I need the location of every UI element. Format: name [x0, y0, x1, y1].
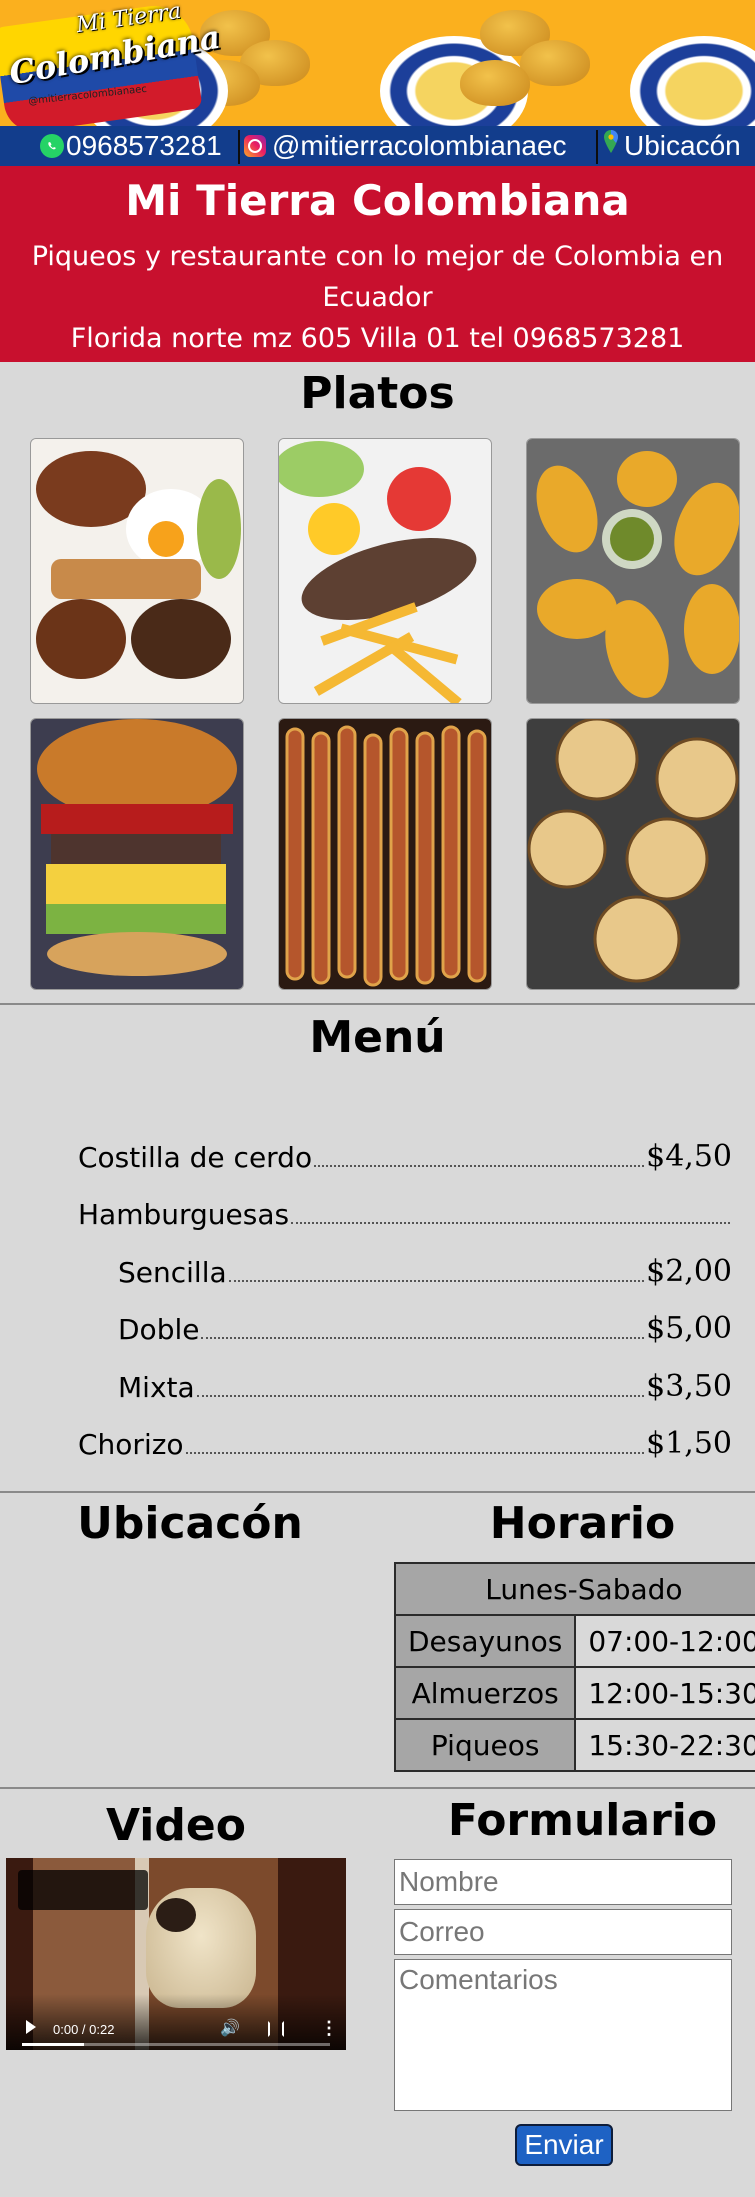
section-divider	[0, 1491, 755, 1493]
form-title: Formulario	[447, 1795, 718, 1846]
volume-icon[interactable]: 🔊	[220, 2018, 240, 2038]
video-time: 0:00 / 0:22	[53, 2022, 115, 2037]
instagram-icon	[244, 135, 266, 157]
video-overlay	[18, 1870, 148, 1910]
menu-subitem: Doble $5,00	[78, 1306, 732, 1346]
separator	[238, 130, 240, 164]
leader-dots	[196, 1395, 645, 1397]
schedule-row: Almuerzos 12:00-15:30	[393, 1666, 755, 1720]
schedule-label: Desayunos	[393, 1614, 577, 1668]
instagram-handle: @mitierracolombianaec	[272, 130, 567, 161]
dish-photo-carne-con-papas[interactable]	[278, 438, 492, 704]
menu-item: Costilla de cerdo $4,50	[78, 1134, 732, 1174]
subtitle-line: Ecuador	[322, 282, 433, 313]
menu-item-price: $1,50	[646, 1426, 732, 1461]
phone-link[interactable]: 0968573281	[40, 126, 222, 166]
submit-button[interactable]: Enviar	[515, 2124, 613, 2166]
schedule-row: Piqueos 15:30-22:30	[393, 1718, 755, 1772]
banner-food-photo	[420, 0, 755, 126]
dish-photo-arepas[interactable]	[526, 718, 740, 990]
whatsapp-icon	[40, 134, 64, 158]
comments-textarea[interactable]	[394, 1959, 732, 2111]
section-divider	[0, 1787, 755, 1789]
dish-photo-empanadas[interactable]	[526, 438, 740, 704]
video-progress-fill	[22, 2043, 84, 2046]
top-banner: Mi Tierra Colombiana @mitierracolombiana…	[0, 0, 755, 126]
dish-photo-hamburguesa[interactable]	[30, 718, 244, 990]
site-title: Mi Tierra Colombiana	[125, 176, 630, 225]
menu-item: Chorizo $1,50	[78, 1421, 732, 1461]
menu-item-name: Costilla de cerdo	[78, 1141, 313, 1174]
menu-item-name: Chorizo	[78, 1428, 184, 1461]
contact-bar: 0968573281 @mitierracolombianaec Ubicacó…	[0, 126, 755, 166]
menu-item-name: Sencilla	[118, 1256, 227, 1289]
schedule-hours: 12:00-15:30	[574, 1666, 755, 1720]
video-title: Video	[106, 1800, 246, 1851]
menu-item-name: Hamburguesas	[78, 1198, 290, 1231]
leader-dots	[201, 1337, 645, 1339]
schedule-label: Almuerzos	[393, 1666, 577, 1720]
section-divider	[0, 1003, 755, 1005]
dish-photo-chorizos[interactable]	[278, 718, 492, 990]
dish-photo-bandeja-paisa[interactable]	[30, 438, 244, 704]
leader-dots	[291, 1222, 730, 1224]
menu-item-price: $3,50	[646, 1369, 732, 1404]
phone-number: 0968573281	[66, 130, 222, 161]
menu-subitem: Sencilla $2,00	[78, 1249, 732, 1289]
leader-dots	[314, 1165, 645, 1167]
platos-title: Platos	[300, 368, 455, 419]
schedule-header: Lunes-Sabado	[394, 1562, 755, 1616]
location-link[interactable]: Ubicacón	[602, 126, 741, 166]
menu-item: Hamburguesas	[78, 1191, 732, 1231]
site-header: Mi Tierra Colombiana Piqueos y restauran…	[0, 166, 755, 362]
leader-dots	[228, 1280, 645, 1282]
subtitle-line: Piqueos y restaurante con lo mejor de Co…	[31, 241, 724, 272]
more-options-icon[interactable]: ⋮	[320, 2018, 338, 2039]
play-icon[interactable]	[26, 2020, 36, 2034]
schedule-hours: 07:00-12:00	[574, 1614, 755, 1668]
schedule-title: Horario	[489, 1498, 676, 1549]
schedule-row: Desayunos 07:00-12:00	[393, 1614, 755, 1668]
name-input[interactable]	[394, 1859, 732, 1905]
video-subject-face	[156, 1898, 196, 1932]
location-label: Ubicacón	[624, 130, 741, 161]
schedule-label: Piqueos	[393, 1718, 577, 1772]
menu-item-name: Doble	[118, 1313, 200, 1346]
menu-item-price: $2,00	[646, 1254, 732, 1289]
leader-dots	[185, 1452, 645, 1454]
video-progress-bar[interactable]	[22, 2043, 330, 2046]
schedule-table: Lunes-Sabado Desayunos 07:00-12:00 Almue…	[393, 1562, 755, 1772]
menu-subitem: Mixta $3,50	[78, 1364, 732, 1404]
brand-logo[interactable]: Mi Tierra Colombiana @mitierracolombiana…	[0, 0, 223, 126]
menu-item-price: $5,00	[646, 1311, 732, 1346]
location-title: Ubicacón	[77, 1498, 303, 1549]
schedule-hours: 15:30-22:30	[574, 1718, 755, 1772]
instagram-link[interactable]: @mitierracolombianaec	[244, 126, 567, 166]
email-input[interactable]	[394, 1909, 732, 1955]
separator	[596, 130, 598, 164]
site-subtitle: Piqueos y restaurante con lo mejor de Co…	[30, 236, 725, 359]
menu-item-name: Mixta	[118, 1371, 195, 1404]
menu-item-price: $4,50	[646, 1139, 732, 1174]
fullscreen-icon[interactable]	[268, 2021, 284, 2037]
menu-title: Menú	[309, 1012, 446, 1063]
video-controls: 0:00 / 0:22 🔊 ⋮	[6, 1994, 346, 2050]
video-player[interactable]: 0:00 / 0:22 🔊 ⋮	[6, 1858, 346, 2050]
address-line: Florida norte mz 605 Villa 01 tel 096857…	[70, 323, 685, 354]
map-pin-icon	[602, 126, 624, 166]
